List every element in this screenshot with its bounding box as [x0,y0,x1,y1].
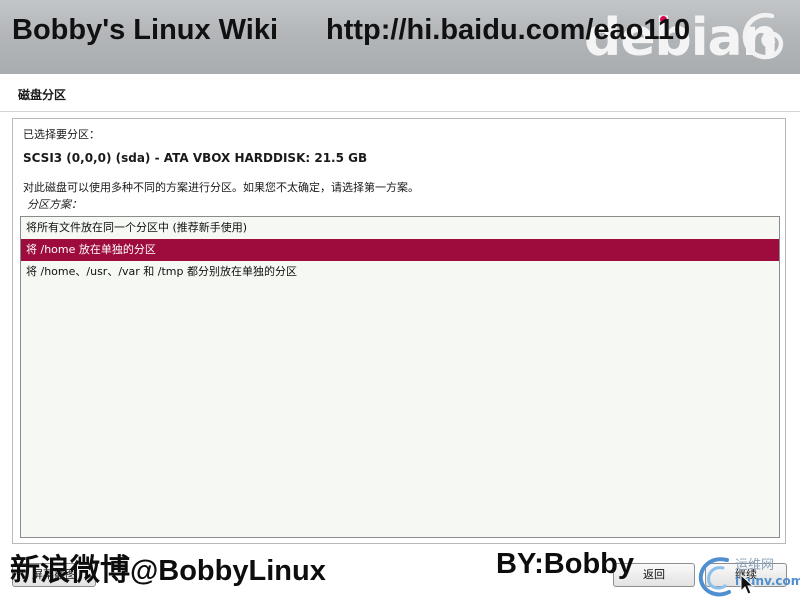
author-watermark: BY:Bobby [496,548,635,580]
list-item-separate-home[interactable]: 将 /home 放在单独的分区 [21,239,779,261]
partition-help-text: 对此磁盘可以使用多种不同的方案进行分区。如果您不太确定，请选择第一方案。 [23,181,419,194]
list-item-separate-home-usr-var-tmp[interactable]: 将 /home、/usr、/var 和 /tmp 都分别放在单独的分区 [21,261,779,283]
page-title: 磁盘分区 [18,88,67,102]
weibo-watermark: 新浪微博@BobbyLinux [10,545,326,589]
weibo-watermark-handle: @BobbyLinux [130,555,326,587]
mouse-cursor-icon [740,574,754,595]
partition-scheme-list[interactable]: 将所有文件放在同一个分区中 (推荐新手使用) 将 /home 放在单独的分区 将… [20,216,780,538]
partition-scheme-label: 分区方案： [27,198,82,211]
list-item-all-in-one[interactable]: 将所有文件放在同一个分区中 (推荐新手使用) [21,217,779,239]
site-name-cn: 运维网 [735,558,775,573]
site-swirl-icon [698,557,731,597]
debian-swirl-icon [742,12,784,60]
title-divider [0,111,800,112]
selected-disk-label: 已选择要分区： [23,128,100,141]
watermark-url: http://hi.baidu.com/eao110 [326,14,691,46]
disk-info: SCSI3 (0,0,0) (sda) - ATA VBOX HARDDISK:… [23,151,368,165]
watermark-wiki-title: Bobby's Linux Wiki [12,14,279,46]
weibo-watermark-cn: 新浪微博 [10,553,130,588]
content-panel: 已选择要分区： SCSI3 (0,0,0) (sda) - ATA VBOX H… [12,118,786,544]
header-banner: debian Bobby's Linux Wiki http://hi.baid… [0,0,800,74]
